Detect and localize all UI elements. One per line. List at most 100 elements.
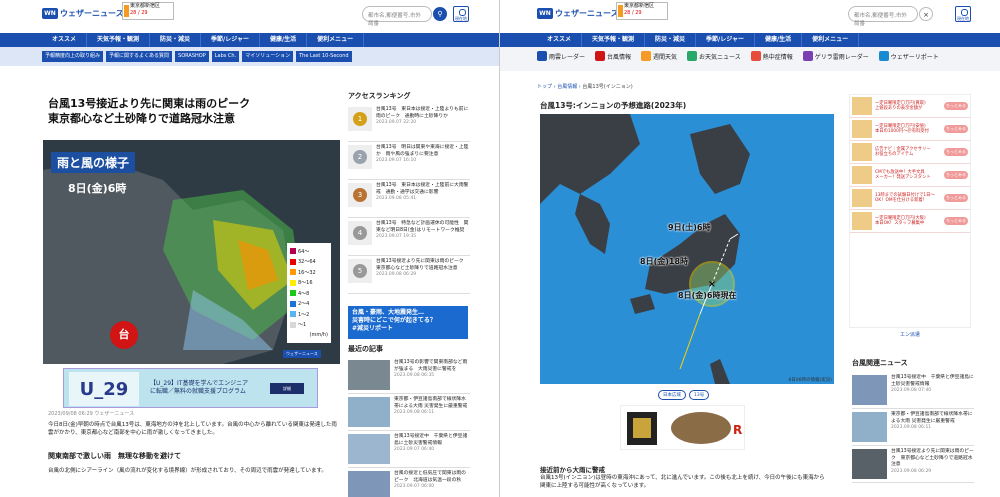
weather-badge[interactable]: 東京都新宿区 28 / 29 [616,2,668,20]
recent-item[interactable]: 東京都・伊豆諸島南部で線状降水帯による大雨 災害発生に厳重警戒 2023.09.0… [348,394,470,431]
map-time: 8日(金)6時 [68,182,127,195]
ad-more-button[interactable]: ちっとみる [944,217,968,225]
left-page: WN ウェザーニュース 東京都新宿区 28 / 29 都市名,郵便番号,市外局番… [0,0,500,497]
tab-weekly[interactable]: 週間天気 [641,51,677,61]
subnav-item[interactable]: Labs Ch. [211,51,240,62]
legend-swatch [290,269,296,276]
product-ad[interactable]: R [620,405,745,450]
recent-item[interactable]: 台風の接近と低気圧で関東は雨のピーク 北海道は気温一段の秋 2023.09.07 … [348,468,470,497]
ad-thumbnail [852,120,872,138]
location-button[interactable]: 現在地 [955,6,971,22]
tag-typhoon[interactable]: 13号 [689,390,710,400]
weather-badge[interactable]: 東京都新宿区 28 / 29 [122,2,174,20]
rank-badge: 4 [348,221,372,245]
subnav-item[interactable]: 予報に関するよくある質問 [106,51,173,62]
nav-item[interactable]: 天気予報・観測 [582,33,646,47]
tab-typhoon[interactable]: 台風情報 [595,51,631,61]
camera-icon [878,51,889,61]
rain-legend: 64～ 32～64 16～32 8～16 4～8 2～4 1～2 ～1 (mm/… [287,243,331,343]
side-ad-item[interactable]: 13時までの試験日付けで1日〜 OK！OMを仕分ける新着！ ちっとみる [850,187,970,210]
crumb-typhoon[interactable]: 台風情報 [557,84,577,90]
ad-thumbnail [852,97,872,115]
crumb-top[interactable]: トップ [537,84,552,90]
subnav-item[interactable]: 予報精度向上の取り組み [42,51,104,62]
nav-item[interactable]: 季節/レジャー [696,33,755,47]
ranking-item-date: 2023.09.07 19:35 [376,234,417,239]
disaster-report-banner[interactable]: 台風・豪雨、大地震発生… 災害時にどこで何が起きてる？ #減災リポート [348,306,468,339]
nav-item[interactable]: 季節/レジャー [201,33,260,47]
ranking-item[interactable]: 3 台風13号 東日本は接近・上陸前に大雨警戒 通勤・通学は交通に影響 2023.… [348,180,470,218]
ad-more-button[interactable]: ちっとみる [944,194,968,202]
search-input[interactable]: 都市名,郵便番号,市外局番 [362,6,432,27]
legend-swatch [290,279,296,286]
ad-more-button[interactable]: ちっとみる [944,125,968,133]
subnav-item[interactable]: マイソリューション [242,51,294,62]
nav-item[interactable]: 防災・減災 [150,33,202,47]
logo-mark: WN [42,8,58,19]
tab-news[interactable]: お天気ニュース [687,51,741,61]
legend-item: 64～ [290,246,328,257]
breadcrumb: トップ › 台風情報 › 台風13号(インニョン) [537,84,633,90]
ranking-item-date: 2023.09.07 16:10 [376,158,417,163]
legend-unit: (mm/h) [309,332,329,339]
calendar-icon [641,51,652,61]
nav-item[interactable]: オススメ [42,33,88,47]
nav-item[interactable]: 天気予報・観測 [87,33,151,47]
badge-location: 東京都新宿区 [130,3,161,9]
tab-radar[interactable]: 雨雲レーダー [537,51,585,61]
badge-temp: 28 / 29 [624,10,642,16]
ranking-list: 1 台風13号 東日本は接近・上陸よりも前に雨のピーク 通勤時に土砂降りか 202… [348,104,470,294]
tab-report[interactable]: ウェザーリポート [878,51,939,61]
nav-item[interactable]: オススメ [537,33,583,47]
tab-guerrilla[interactable]: ゲリラ雷雨レーダー [802,51,869,61]
tag-region[interactable]: 日本広域 [658,390,686,400]
svg-text:R: R [733,423,742,437]
nav-item[interactable]: 健康/生活 [260,33,308,47]
related-item[interactable]: 台風13号接近より先に関東は雨のピーク 東京都心など土砂降りで道路冠水注意 202… [852,446,974,483]
side-ad-item[interactable]: 一定日曜限定〇万円(買取) 上値段ありの表示金額が ちっとみる [850,95,970,118]
site-logo[interactable]: WN ウェザーニュース [42,8,124,19]
typhoon-icon [595,51,606,61]
right-page: WN ウェザーニュース 東京都新宿区 28 / 29 都市名,郵便番号,市外局番… [500,0,1000,497]
map-watermark: ウェザーニュース [283,350,321,358]
recent-item[interactable]: 台風13号の影響で関東南部など雨が強まる 大雨災害に警戒を 2023.09.08 … [348,357,470,394]
nav-item[interactable]: 防災・減災 [645,33,697,47]
side-ad-item[interactable]: 広告ナビ｜金属アクセサリー お役立ちのアイテム ちっとみる [850,141,970,164]
legend-item: 1～2 [290,309,328,320]
side-ad-item[interactable]: 一定日曜限定〇万円(安値) 本日の1000円〜＠有料受付 ちっとみる [850,118,970,141]
related-title: 台風関連ニュース [852,359,908,367]
ranking-item[interactable]: 2 台風13号 明日は関東や東海に接近・上陸か 雨や風の強まりに要注意 2023.… [348,142,470,180]
nav-item[interactable]: 健康/生活 [755,33,803,47]
ranking-item[interactable]: 1 台風13号 東日本は接近・上陸よりも前に雨のピーク 通勤時に土砂降りか 202… [348,104,470,142]
sun-icon [618,5,623,17]
search-input[interactable]: 都市名,郵便番号,市外局番 [848,6,918,27]
svg-text:×: × [708,279,716,290]
ranking-item[interactable]: 5 台風13号接近より先に関東は雨のピーク 東京都心など土砂降りで道路冠水注意 2… [348,256,470,294]
related-thumbnail [852,449,887,479]
recent-title: 最近の記事 [348,345,383,353]
nav-item[interactable]: 便利メニュー [307,33,365,47]
ranking-item-title: 台風13号 東日本は接近・上陸前に大雨警戒 通勤・通学は交通に影響 [376,183,469,195]
related-item-date: 2023.09.08 06:29 [891,468,932,474]
tab-heatstroke[interactable]: 熱中症情報 [750,51,793,61]
related-item[interactable]: 台風13号接近中 千葉県と伊豆諸島に土砂災害警戒情報 2023.09.08 07:… [852,372,974,409]
nav-item[interactable]: 便利メニュー [802,33,860,47]
recent-item[interactable]: 台風13号接近中 千葉県と伊豆諸島に土砂災害警戒情報 2023.09.07 06:… [348,431,470,468]
ad-more-button[interactable]: ちっとみる [944,171,968,179]
ad-detail-button[interactable]: 詳細 [270,383,304,394]
clear-icon[interactable]: × [919,7,933,21]
site-logo[interactable]: WN ウェザーニュース [537,8,619,19]
related-item[interactable]: 東京都・伊豆諸島南部で線状降水帯による大雨 災害発生に厳重警戒 2023.09.0… [852,409,974,446]
recent-item-title: 台風の接近と低気圧で関東は雨のピーク 北海道は気温一段の秋 [394,471,466,483]
news-icon [687,51,698,61]
side-ad-item[interactable]: CMでも放送中！大手文具 メーカー！発送アシスタント ちっとみる [850,164,970,187]
subnav-item[interactable]: SORASHOP [175,51,209,62]
ad-more-button[interactable]: ちっとみる [944,148,968,156]
side-ad-item[interactable]: 一定日曜限定〇万円(大阪) 本日OK！スタッフ募集中 ちっとみる [850,210,970,233]
location-button[interactable]: 現在地 [453,6,469,22]
ranking-item[interactable]: 4 台風13号 特急など計画運休の可能性 関東など明日8日(金)はリモートワーク… [348,218,470,256]
subnav-item[interactable]: The Last 10-Second [296,51,352,62]
search-icon[interactable]: ⚲ [433,7,447,21]
ad-more-button[interactable]: ちっとみる [944,102,968,110]
forecast-label-8th-now: 8日(金)6時現在 [678,291,737,300]
